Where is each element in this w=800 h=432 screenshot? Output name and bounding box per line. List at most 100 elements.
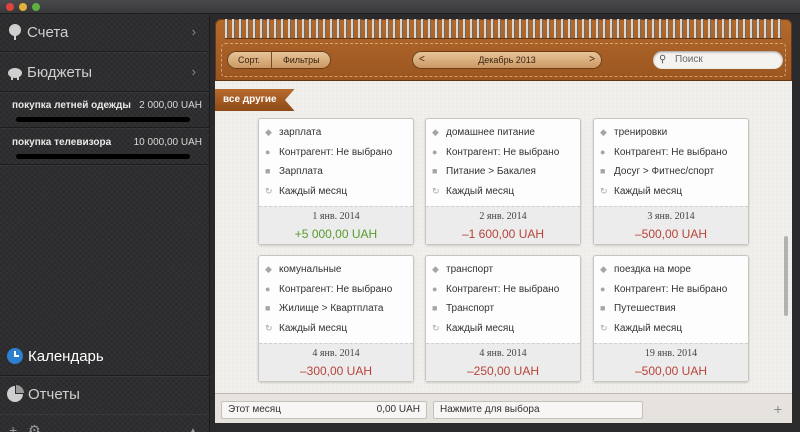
- search-input[interactable]: ⚲ Поиск: [653, 51, 783, 69]
- sidebar-item-label: Счета: [27, 24, 69, 41]
- period-summary[interactable]: Этот месяц 0,00 UAH: [221, 401, 427, 419]
- category-icon: ■: [600, 303, 606, 313]
- sidebar-item-accounts[interactable]: Счета ›: [0, 14, 210, 52]
- category-icon: ■: [432, 166, 438, 176]
- search-placeholder: Поиск: [675, 54, 703, 65]
- budget-item-amount: 2 000,00 UAH: [139, 100, 202, 111]
- person-icon: ●: [265, 147, 271, 157]
- card-counterparty-text: Контрагент: Не выбрано: [279, 147, 393, 158]
- card-repeat: ↻ Каждый месяц: [432, 323, 514, 334]
- gear-icon[interactable]: ⚙: [28, 422, 41, 432]
- card-footer: 2 янв. 2014 –1 600,00 UAH: [426, 206, 580, 244]
- month-navigator: Декабрь 2013 < >: [412, 51, 602, 69]
- card-counterparty: ● Контрагент: Не выбрано: [432, 147, 559, 158]
- person-icon: ●: [432, 147, 438, 157]
- budget-item[interactable]: покупка летней одежды 2 000,00 UAH: [0, 92, 210, 128]
- category-icon: ■: [432, 303, 438, 313]
- repeat-icon: ↻: [432, 323, 440, 333]
- transaction-card[interactable]: ◆ поездка на море ● Контрагент: Не выбрано ■…: [593, 255, 749, 382]
- card-date: 3 янв. 2014: [647, 211, 695, 222]
- scrollbar[interactable]: [784, 236, 788, 316]
- transaction-card[interactable]: ◆ тренировки ● Контрагент: Не выбрано ■ Досуг…: [593, 118, 749, 245]
- card-category: ■ Путешествия: [600, 303, 676, 314]
- current-month: Декабрь 2013: [478, 55, 536, 65]
- search-icon: ⚲: [659, 54, 667, 65]
- zoom-window-button[interactable]: [32, 3, 40, 11]
- card-category-text: Зарплата: [279, 166, 323, 177]
- transaction-card[interactable]: ◆ зарплата ● Контрагент: Не выбрано ■ Зарплат…: [258, 118, 414, 245]
- card-counterparty-text: Контрагент: Не выбрано: [279, 284, 393, 295]
- repeat-icon: ↻: [600, 323, 608, 333]
- card-repeat: ↻ Каждый месяц: [265, 186, 347, 197]
- budget-progress-bar: [16, 154, 190, 159]
- card-title-text: транспорт: [446, 264, 494, 275]
- card-title: ◆ домашнее питание: [432, 127, 535, 138]
- card-title-text: комунальные: [279, 264, 342, 275]
- card-title-text: зарплата: [279, 127, 322, 138]
- tag-icon: ◆: [600, 264, 607, 274]
- prev-month-button[interactable]: <: [419, 51, 425, 69]
- card-repeat-text: Каждый месяц: [614, 323, 683, 334]
- card-category-text: Транспорт: [446, 303, 495, 314]
- add-icon[interactable]: +: [9, 422, 17, 432]
- select-field[interactable]: Нажмите для выбора: [433, 401, 643, 419]
- triangle-up-icon[interactable]: ▲: [188, 426, 198, 432]
- card-title-text: тренировки: [614, 127, 668, 138]
- card-title-text: домашнее питание: [446, 127, 535, 138]
- sidebar-item-reports[interactable]: Отчеты: [0, 376, 210, 414]
- chevron-right-icon: ›: [191, 24, 196, 39]
- card-date: 19 янв. 2014: [644, 348, 698, 359]
- person-icon: ●: [265, 284, 271, 294]
- minimize-window-button[interactable]: [19, 3, 27, 11]
- card-title: ◆ комунальные: [265, 264, 341, 275]
- card-footer: 4 янв. 2014 –300,00 UAH: [259, 343, 413, 381]
- clock-icon: [7, 348, 23, 364]
- chevron-right-icon: ›: [191, 64, 196, 79]
- card-repeat: ↻ Каждый месяц: [600, 323, 682, 334]
- card-counterparty-text: Контрагент: Не выбрано: [446, 284, 560, 295]
- card-amount: –250,00 UAH: [466, 364, 540, 378]
- repeat-icon: ↻: [600, 186, 608, 196]
- sidebar-item-label: Календарь: [28, 348, 104, 365]
- card-title: ◆ тренировки: [600, 127, 667, 138]
- tree-icon: [9, 24, 21, 40]
- card-amount: –500,00 UAH: [634, 364, 708, 378]
- add-icon[interactable]: +: [774, 401, 782, 417]
- filters-button[interactable]: Фильтры: [270, 51, 331, 69]
- bottom-bar: Этот месяц 0,00 UAH Нажмите для выбора +: [215, 393, 792, 423]
- sort-filter-group: Сорт. Фильтры: [227, 51, 331, 69]
- category-icon: ■: [265, 303, 271, 313]
- card-title: ◆ поездка на море: [600, 264, 691, 275]
- card-amount: –500,00 UAH: [634, 227, 708, 241]
- transaction-card[interactable]: ◆ комунальные ● Контрагент: Не выбрано ■ Жили…: [258, 255, 414, 382]
- card-title: ◆ транспорт: [432, 264, 493, 275]
- close-window-button[interactable]: [6, 3, 14, 11]
- card-counterparty-text: Контрагент: Не выбрано: [614, 147, 728, 158]
- sidebar-item-calendar[interactable]: Календарь: [0, 338, 210, 376]
- card-category-text: Путешествия: [614, 303, 676, 314]
- budget-item[interactable]: покупка телевизора 10 000,00 UAH: [0, 129, 210, 165]
- person-icon: ●: [432, 284, 438, 294]
- sort-button[interactable]: Сорт.: [227, 51, 271, 69]
- repeat-icon: ↻: [265, 323, 273, 333]
- person-icon: ●: [600, 284, 606, 294]
- sidebar-item-budgets[interactable]: Бюджеты ›: [0, 54, 210, 92]
- tag-icon: ◆: [432, 127, 439, 137]
- card-repeat: ↻ Каждый месяц: [600, 186, 682, 197]
- card-category: ■ Зарплата: [265, 166, 323, 177]
- period-amount: 0,00 UAH: [376, 404, 420, 415]
- card-counterparty: ● Контрагент: Не выбрано: [265, 284, 392, 295]
- card-counterparty-text: Контрагент: Не выбрано: [614, 284, 728, 295]
- card-counterparty-text: Контрагент: Не выбрано: [446, 147, 560, 158]
- card-repeat-text: Каждый месяц: [614, 186, 683, 197]
- next-month-button[interactable]: >: [589, 51, 595, 69]
- card-footer: 19 янв. 2014 –500,00 UAH: [594, 343, 748, 381]
- card-date: 4 янв. 2014: [312, 348, 360, 359]
- card-counterparty: ● Контрагент: Не выбрано: [600, 147, 727, 158]
- card-repeat: ↻ Каждый месяц: [265, 323, 347, 334]
- transaction-card[interactable]: ◆ транспорт ● Контрагент: Не выбрано ■ Трансп…: [425, 255, 581, 382]
- sidebar-item-label: Бюджеты: [27, 64, 93, 81]
- transaction-card[interactable]: ◆ домашнее питание ● Контрагент: Не выбрано…: [425, 118, 581, 245]
- period-label: Этот месяц: [228, 404, 281, 415]
- budget-item-name: покупка летней одежды: [12, 100, 131, 111]
